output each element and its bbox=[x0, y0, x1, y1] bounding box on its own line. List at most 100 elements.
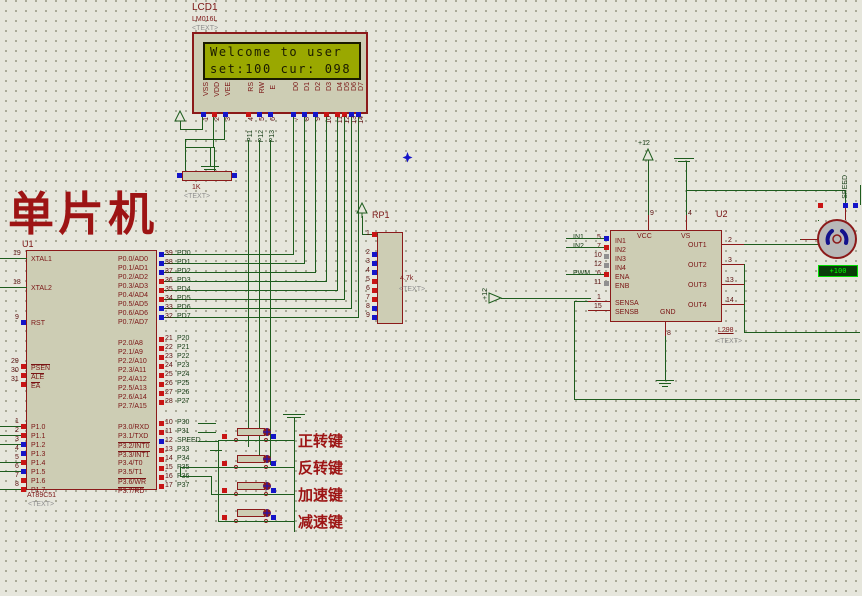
wire-motor-left-stub bbox=[800, 239, 801, 240]
lcd-pin-name-5: E bbox=[270, 85, 277, 90]
u1-pin-num-26: 26 bbox=[165, 380, 173, 387]
switch-4-sq-left bbox=[222, 515, 227, 520]
rp1-ref-label: RP1 bbox=[372, 210, 390, 220]
u1-pin-num-28: 28 bbox=[165, 398, 173, 405]
contrast-resistor[interactable] bbox=[182, 171, 232, 181]
rp1-pin-sq-6 bbox=[372, 288, 377, 293]
u1-pin-num-27: 27 bbox=[165, 389, 173, 396]
u2-pin-name-out1: OUT1 bbox=[688, 242, 707, 249]
u1-pin-sq-p37 bbox=[159, 484, 164, 489]
rp1-pin-sq-4 bbox=[372, 270, 377, 275]
lcd-pin-name-8: D2 bbox=[315, 82, 322, 91]
wire-gnd-u2top bbox=[686, 161, 687, 215]
cursor-crosshair-icon bbox=[402, 152, 413, 163]
wire-gnd-down bbox=[665, 336, 666, 380]
u2-pin-num-14: 14 bbox=[726, 297, 734, 304]
u2-pin-name-in4: IN4 bbox=[615, 265, 626, 272]
switch-3-actuator-icon[interactable] bbox=[262, 481, 272, 491]
u2-pin-num-11: 11 bbox=[594, 279, 602, 286]
u1-pin-sq-p21 bbox=[159, 346, 164, 351]
u2-pin-num-3: 3 bbox=[728, 257, 732, 264]
u2-pin-sq-enb bbox=[604, 281, 609, 286]
u1-pin-name-p34: P3.4/T0 bbox=[118, 460, 143, 467]
lcd-display-component[interactable]: Welcome to user set:100 cur: 098 bbox=[192, 32, 368, 114]
u1-pin-name-p33: P3.3/INT1 bbox=[118, 451, 150, 459]
rp1-pin-sq-5 bbox=[372, 279, 377, 284]
wire-sensa-down bbox=[574, 301, 575, 399]
u1-pin-name-p27: P2.7/A15 bbox=[118, 403, 147, 410]
u2-pin-stub-sensb bbox=[588, 310, 610, 311]
wire-vss bbox=[202, 117, 203, 129]
u2-pin-name-vcc: VCC bbox=[637, 233, 652, 240]
gnd-stem-lcd bbox=[210, 148, 211, 166]
u1-pin-name-p13: P1.3 bbox=[31, 451, 46, 458]
vcc-12-label: +12 bbox=[638, 140, 650, 147]
switch-4-actuator-icon[interactable] bbox=[262, 508, 272, 518]
u1-pin-num-12: 12 bbox=[165, 437, 173, 444]
switch-2-body[interactable] bbox=[237, 455, 265, 463]
u2-pin-name-out4: OUT4 bbox=[688, 302, 707, 309]
switch-3-body[interactable] bbox=[237, 482, 265, 490]
schematic-canvas[interactable]: LCD1 LM016L <TEXT> Welcome to user set:1… bbox=[0, 0, 862, 596]
lcd-pin-number-12: 12 bbox=[344, 116, 351, 124]
contrast-res-pin-left bbox=[177, 173, 182, 178]
wire-d2 bbox=[315, 117, 316, 272]
switch-1-body[interactable] bbox=[237, 428, 265, 436]
wire-speed-motor bbox=[860, 185, 861, 205]
u1-pin-name-p37: P3.7/RD bbox=[118, 487, 145, 495]
lcd-pin-number-6: 6 bbox=[270, 117, 277, 121]
u1-pin-num-30: 30 bbox=[11, 367, 19, 374]
lcd-part-label: LM016L bbox=[192, 16, 218, 23]
u1-ref-label: U1 bbox=[22, 239, 34, 249]
u1-pin-sq-p20 bbox=[159, 337, 164, 342]
lcd-pin-number-8: 8 bbox=[304, 117, 311, 121]
u1-pin-num-5: 5 bbox=[15, 454, 19, 461]
u1-pin-num-23: 23 bbox=[165, 353, 173, 360]
motor-component[interactable] bbox=[817, 219, 857, 259]
contrast-resistor-text-tag: <TEXT> bbox=[184, 193, 211, 200]
u1-pin-sq-p14 bbox=[21, 460, 26, 465]
rp1-pin-num-2: 2 bbox=[366, 249, 370, 256]
u2-pin-num-10: 10 bbox=[594, 252, 602, 259]
rp1-pin-num-4: 4 bbox=[366, 267, 370, 274]
u1-pin-sq-p17 bbox=[21, 487, 26, 492]
u1-pin-sq-p12 bbox=[21, 442, 26, 447]
u2-part-label: L298 bbox=[718, 327, 734, 334]
rp1-pin-num-6: 6 bbox=[366, 285, 370, 292]
u1-pin-num-29: 29 bbox=[11, 358, 19, 365]
u1-pin-sq-p23 bbox=[159, 364, 164, 369]
wire-xtal2 bbox=[0, 287, 27, 288]
u1-pin-sq-p31 bbox=[159, 430, 164, 435]
u1-pin-sq-p24 bbox=[159, 373, 164, 378]
u2-pin-name-enb: ENB bbox=[615, 283, 630, 290]
u2-pin-sq-in4 bbox=[604, 263, 609, 268]
u1-pin-name-p04: P0.4/AD4 bbox=[118, 292, 148, 299]
u1-pin-name-p35: P3.5/T1 bbox=[118, 469, 143, 476]
wire-in1 bbox=[566, 238, 604, 239]
u2-pin-sq-in1 bbox=[604, 236, 609, 241]
wire-vee bbox=[224, 117, 225, 139]
switch-4-body[interactable] bbox=[237, 509, 265, 517]
u1-pin-sq-p30 bbox=[159, 421, 164, 426]
lcd-pin-number-2: 2 bbox=[214, 117, 221, 121]
u2-pin-name-in3: IN3 bbox=[615, 256, 626, 263]
switch-1-actuator-icon[interactable] bbox=[262, 427, 272, 437]
wire-p17 bbox=[0, 489, 21, 490]
u1-pin-sq-p33 bbox=[159, 448, 164, 453]
lcd-line-1: Welcome to user bbox=[210, 45, 343, 59]
switch-2-actuator-icon[interactable] bbox=[262, 454, 272, 464]
u1-pin-name-p25: P2.5/A13 bbox=[118, 385, 147, 392]
u1-pin-sq-p35 bbox=[159, 466, 164, 471]
u1-pin-num-36: 36 bbox=[165, 277, 173, 284]
u2-pin-name-vs: VS bbox=[681, 233, 691, 240]
rp1-text-tag: <TEXT> bbox=[399, 286, 426, 293]
u1-net-pd6: PD6 bbox=[177, 304, 191, 311]
power-arrow-lcd-icon bbox=[174, 110, 186, 122]
u1-pin-sq-p32 bbox=[159, 439, 164, 444]
wire-p12 bbox=[259, 140, 260, 456]
button-label-accelerate: 加速键 bbox=[298, 486, 344, 504]
u1-net-p27: P27 bbox=[177, 398, 190, 405]
u1-pin-sq-p04 bbox=[159, 288, 164, 293]
lcd-ref-label: LCD1 bbox=[192, 2, 218, 13]
u1-pin-num-2: 2 bbox=[15, 427, 19, 434]
